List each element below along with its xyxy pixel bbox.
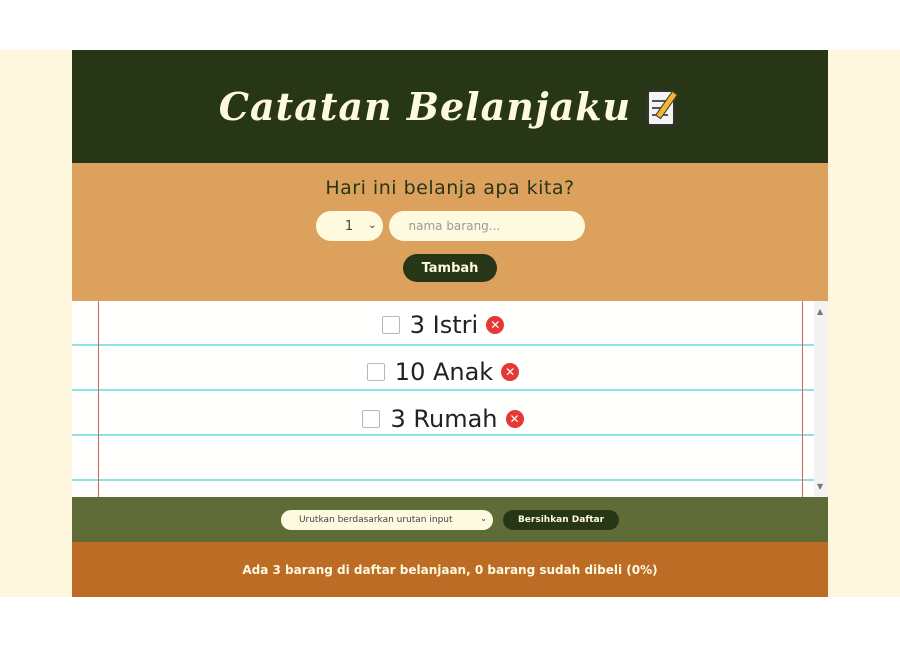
app-header: Catatan Belanjaku bbox=[72, 50, 828, 163]
list-scrollbar[interactable]: ▲ ▼ bbox=[814, 301, 828, 497]
memo-icon bbox=[645, 86, 681, 128]
sort-select[interactable]: Urutkan berdasarkan urutan input ⌄ bbox=[280, 509, 493, 530]
delete-icon[interactable]: ✕ bbox=[486, 315, 505, 334]
clear-list-button[interactable]: Bersihkan Daftar bbox=[502, 509, 620, 530]
quantity-select[interactable]: 1 ⌄ bbox=[315, 211, 383, 241]
list-item: 3 Istri ✕ bbox=[72, 301, 814, 348]
add-item-form: Hari ini belanja apa kita? 1 ⌄ Tambah bbox=[72, 163, 828, 301]
form-title: Hari ini belanja apa kita? bbox=[325, 177, 575, 199]
chevron-down-icon: ⌄ bbox=[368, 220, 377, 231]
delete-icon[interactable]: ✕ bbox=[505, 409, 524, 428]
add-button[interactable]: Tambah bbox=[403, 254, 497, 282]
scroll-up-icon[interactable]: ▲ bbox=[817, 307, 823, 316]
page-background: Catatan Belanjaku Hari ini belanja apa k… bbox=[0, 50, 900, 597]
app-container: Catatan Belanjaku Hari ini belanja apa k… bbox=[72, 50, 828, 597]
item-checkbox[interactable] bbox=[381, 315, 400, 334]
shopping-list: 3 Istri ✕ 10 Anak ✕ 3 Rumah ✕ ▲ ▼ bbox=[72, 301, 828, 497]
quantity-value: 1 bbox=[344, 218, 354, 234]
scroll-down-icon[interactable]: ▼ bbox=[817, 482, 823, 491]
item-label: 10 Anak bbox=[394, 357, 494, 386]
form-row: 1 ⌄ bbox=[315, 211, 585, 241]
stats-text: Ada 3 barang di daftar belanjaan, 0 bara… bbox=[242, 562, 658, 577]
item-label: 3 Rumah bbox=[390, 404, 498, 433]
stats-footer: Ada 3 barang di daftar belanjaan, 0 bara… bbox=[72, 542, 828, 597]
list-item: 3 Rumah ✕ bbox=[72, 395, 814, 442]
item-checkbox[interactable] bbox=[362, 409, 381, 428]
list-item: 10 Anak ✕ bbox=[72, 348, 814, 395]
sort-value: Urutkan berdasarkan urutan input bbox=[298, 514, 453, 525]
item-checkbox[interactable] bbox=[366, 362, 385, 381]
item-name-input[interactable] bbox=[388, 211, 585, 241]
chevron-down-icon: ⌄ bbox=[480, 513, 487, 523]
list-actions: Urutkan berdasarkan urutan input ⌄ Bersi… bbox=[72, 497, 828, 542]
item-label: 3 Istri bbox=[409, 310, 479, 339]
app-title: Catatan Belanjaku bbox=[218, 84, 632, 129]
delete-icon[interactable]: ✕ bbox=[501, 362, 520, 381]
